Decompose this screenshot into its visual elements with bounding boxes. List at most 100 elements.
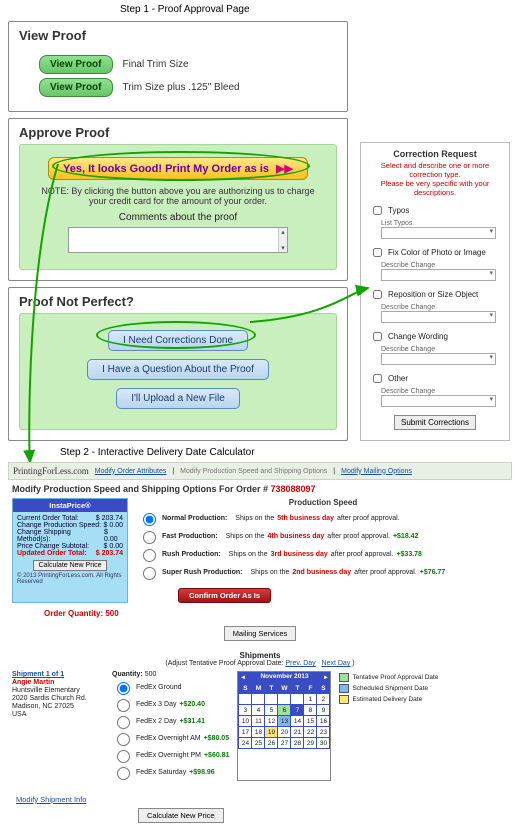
calculate-new-price-button-1[interactable]: Calculate New Price xyxy=(33,560,106,571)
cp-label-1: Fix Color of Photo or Image xyxy=(388,248,486,257)
scrollbar-icon[interactable]: ▴▾ xyxy=(278,228,287,252)
view-proof-button-bleed[interactable]: View Proof xyxy=(39,78,113,97)
p4c: 2nd business day xyxy=(292,569,351,576)
ship-opt-4-radio[interactable] xyxy=(117,750,130,763)
prod-fast-radio[interactable] xyxy=(143,531,156,544)
p3d: after proof approval. xyxy=(331,551,394,558)
p1c: 5th business day xyxy=(277,515,334,522)
cp-input-0[interactable]: ▾ xyxy=(381,227,496,239)
ship-opt-3-label: FedEx Overnight AM xyxy=(136,735,201,742)
p2a: Fast Production: xyxy=(162,533,218,540)
confirm-order-button[interactable]: Confirm Order As Is xyxy=(178,588,271,603)
approve-yes-label: Yes, It looks Good! Print My Order as is xyxy=(63,163,269,175)
ship-opt-2-label: FedEx 2 Day xyxy=(136,718,176,725)
prod-superrush-radio[interactable] xyxy=(143,567,156,580)
ship-opt-2-price: +$31.41 xyxy=(179,718,205,725)
calendar: ◂ November 2013 ▸ SMTWTFS 12 3456789 10111… xyxy=(237,671,331,781)
nav-modify-attributes[interactable]: Modify Order Attributes xyxy=(95,468,167,475)
insta-l3v: $ 0.00 xyxy=(104,529,123,543)
shipments-sub: (Adjust Tentative Proof Approval Date: P… xyxy=(8,660,512,667)
approve-yes-button[interactable]: Yes, It looks Good! Print My Order as is… xyxy=(48,157,308,180)
p1a: Normal Production: xyxy=(162,515,227,522)
prod-rush-radio[interactable] xyxy=(143,549,156,562)
correction-title: Correction Request xyxy=(369,149,501,159)
cal-prev-icon[interactable]: ◂ xyxy=(241,673,244,681)
insta-l2v: $ 0.00 xyxy=(104,522,123,529)
cp-sub-1: Describe Change xyxy=(381,262,501,269)
cp-label-3: Change Wording xyxy=(388,332,448,341)
cp-check-0[interactable] xyxy=(373,206,382,215)
modify-title: Modify Production Speed and Shipping Opt… xyxy=(12,484,512,494)
addr-l2: Huntsville Elementary xyxy=(12,687,104,695)
ship-opt-5-radio[interactable] xyxy=(117,767,130,780)
cp-sub-4: Describe Change xyxy=(381,388,501,395)
ship-opt-1-radio[interactable] xyxy=(117,699,130,712)
cp-label-0: Typos xyxy=(388,206,409,215)
comments-textarea[interactable]: ▴▾ xyxy=(68,227,288,253)
legend-swatch-1 xyxy=(339,684,349,693)
cp-input-2[interactable]: ▾ xyxy=(381,311,496,323)
cp-input-1[interactable]: ▾ xyxy=(381,269,496,281)
qty-value: 500 xyxy=(145,671,157,678)
ship-opt-0-radio[interactable] xyxy=(117,682,130,695)
ship-opt-3-price: +$80.05 xyxy=(204,735,230,742)
insta-l1k: Current Order Total: xyxy=(17,515,79,522)
ship-opt-0-label: FedEx Ground xyxy=(136,684,182,691)
cal-next-icon[interactable]: ▸ xyxy=(324,673,327,681)
prod-normal-radio[interactable] xyxy=(143,513,156,526)
ship-sub-post: ) xyxy=(352,660,354,667)
insta-l2k: Change Production Speed: xyxy=(17,522,101,529)
cp-check-4[interactable] xyxy=(373,374,382,383)
p2b: Ships on the xyxy=(226,533,265,540)
shipments-header: Shipments xyxy=(8,651,512,660)
cp-label-4: Other xyxy=(388,374,408,383)
nav-modify-mailing[interactable]: Modify Mailing Options xyxy=(341,468,412,475)
instaprice-header: InstaPrice® xyxy=(13,499,127,512)
p4a: Super Rush Production: xyxy=(162,569,243,576)
nav-modify-prodspeed: Modify Production Speed and Shipping Opt… xyxy=(180,468,327,475)
nav-strip: PrintingForLess.com Modify Order Attribu… xyxy=(8,462,512,480)
approve-proof-section: Approve Proof Yes, It looks Good! Print … xyxy=(8,118,348,281)
p2c: 4th business day xyxy=(268,533,325,540)
ship-opt-3-radio[interactable] xyxy=(117,733,130,746)
ship-opt-5-price: +$98.96 xyxy=(189,769,215,776)
modify-shipment-info-link[interactable]: Modify Shipment Info xyxy=(16,795,86,804)
p4d: after proof approval. xyxy=(354,569,417,576)
prev-day-link[interactable]: Prev. Day xyxy=(285,660,315,667)
p3c: 3rd business day xyxy=(271,551,328,558)
need-corrections-button[interactable]: I Need Corrections Done xyxy=(108,330,248,351)
cp-input-3[interactable]: ▾ xyxy=(381,353,496,365)
p3b: Ships on the xyxy=(229,551,268,558)
view-proof-button-final[interactable]: View Proof xyxy=(39,55,113,74)
shipment-1-link[interactable]: Shipment 1 of 1 xyxy=(12,671,104,679)
question-button[interactable]: I Have a Question About the Proof xyxy=(87,359,269,380)
calendar-grid: SMTWTFS 12 3456789 10111213141516 171819… xyxy=(238,682,330,749)
cp-check-1[interactable] xyxy=(373,248,382,257)
instaprice-box: InstaPrice® Current Order Total: $ 203.74… xyxy=(12,498,128,603)
upload-new-file-button[interactable]: I'll Upload a New File xyxy=(116,388,240,409)
ship-opt-2-radio[interactable] xyxy=(117,716,130,729)
order-number: 738088097 xyxy=(271,484,316,494)
mailing-services-button[interactable]: Mailing Services xyxy=(224,626,297,641)
correction-request-panel: Correction Request Select and describe o… xyxy=(360,142,510,441)
cp-check-3[interactable] xyxy=(373,332,382,341)
p4b: Ships on the xyxy=(250,569,289,576)
step1-label: Step 1 - Proof Approval Page xyxy=(120,4,520,15)
cp-input-4[interactable]: ▾ xyxy=(381,395,496,407)
approve-proof-title: Approve Proof xyxy=(9,119,347,144)
qty-label: Quantity: xyxy=(112,671,143,678)
next-day-link[interactable]: Next Day xyxy=(322,660,351,667)
bleed-trim-label: Trim Size plus .125" Bleed xyxy=(123,82,240,93)
cal-month: November 2013 xyxy=(260,673,308,681)
cp-check-2[interactable] xyxy=(373,290,382,299)
final-trim-label: Final Trim Size xyxy=(123,59,189,70)
p3a: Rush Production: xyxy=(162,551,221,558)
calculate-new-price-button-2[interactable]: Calculate New Price xyxy=(138,808,224,823)
insta-l1v: $ 203.74 xyxy=(96,515,123,522)
insta-foot: © 2013 PrintingForLess.com. All Rights R… xyxy=(17,573,123,585)
submit-corrections-button[interactable]: Submit Corrections xyxy=(394,415,476,430)
addr-name: Angie Martin xyxy=(12,679,104,687)
view-proof-title: View Proof xyxy=(9,22,347,47)
insta-l4v: $ 0.00 xyxy=(104,543,123,550)
pfl-logo: PrintingForLess.com xyxy=(13,466,89,476)
